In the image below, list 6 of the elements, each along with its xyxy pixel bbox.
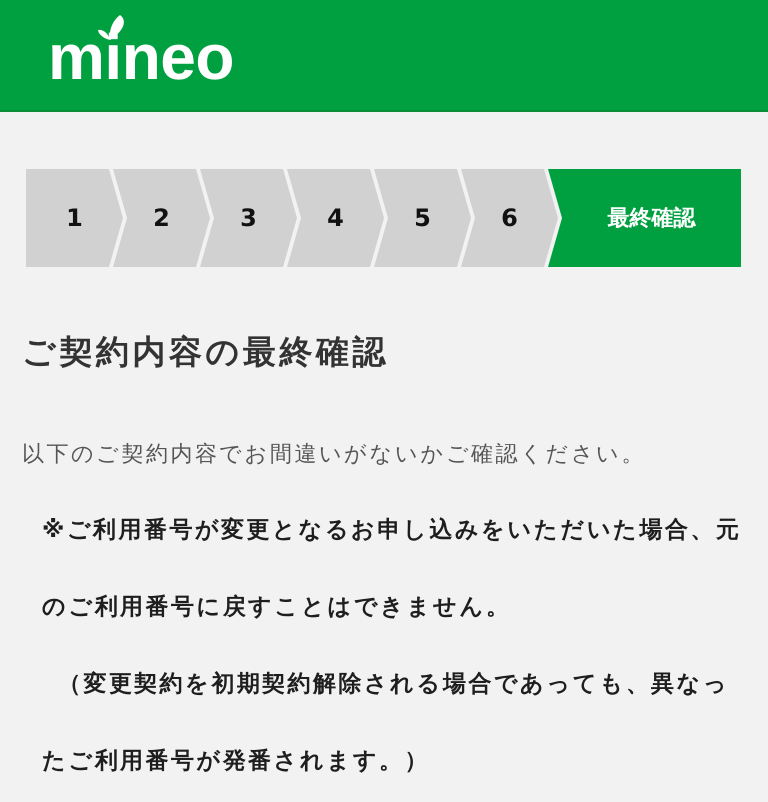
progress-step: 最終確認 [548, 169, 741, 267]
page-heading: ご契約内容の最終確認 [22, 331, 390, 373]
logo-wordmark[interactable]: mineo [48, 31, 234, 83]
notice-text: ※ご利用番号が変更となるお申し込みをいただいた場合、元のご利用番号に戻すことはできません。 [42, 516, 742, 622]
intro-text: 以下のご契約内容でお間違いがないかご確認ください。 [22, 441, 647, 469]
notice-text: （変更契約を初期契約解除される場合であっても、異なったご利用番号が発番されます。） [42, 670, 730, 776]
